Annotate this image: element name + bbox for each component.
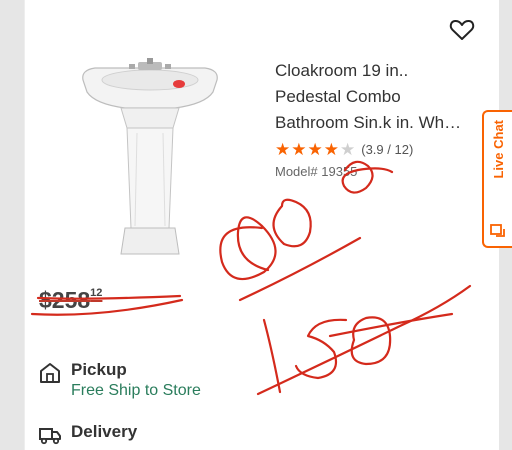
pickup-title: Pickup — [71, 360, 127, 379]
star-icon: ★ — [275, 140, 291, 159]
title-line-1[interactable]: Cloakroom 19 in.. — [275, 58, 485, 84]
rating[interactable]: ★ ★ ★ ★ ★ (3.9 / 12) — [275, 141, 413, 158]
heart-icon[interactable] — [449, 18, 475, 42]
star-icon: ★ — [323, 140, 339, 159]
delivery-option[interactable]: Delivery — [39, 422, 137, 446]
star-icon: ★ — [307, 140, 323, 159]
delivery-title: Delivery — [71, 422, 138, 441]
model-number: Model# 19355 — [275, 164, 358, 179]
pickup-subtitle: Free Ship to Store — [71, 382, 201, 399]
title-line-2[interactable]: Pedestal Combo — [275, 84, 485, 110]
store-pickup-icon — [40, 363, 60, 383]
price-cents: 12 — [90, 287, 103, 299]
pickup-option[interactable]: Pickup Free Ship to Store — [39, 360, 201, 400]
live-chat-label: Live Chat — [490, 120, 506, 179]
product-title[interactable]: Cloakroom 19 in.. Pedestal Combo Bathroo… — [275, 58, 485, 136]
star-icon: ★ — [340, 140, 356, 159]
product-card[interactable]: Cloakroom 19 in.. Pedestal Combo Bathroo… — [24, 0, 499, 450]
old-price: $25812 — [39, 287, 102, 314]
product-image[interactable] — [75, 58, 225, 258]
truck-icon — [39, 428, 61, 445]
rating-text: (3.9 / 12) — [361, 142, 414, 157]
star-icon: ★ — [291, 140, 307, 159]
chat-icon — [490, 224, 505, 237]
star-rating: ★ ★ ★ ★ ★ — [275, 141, 355, 158]
live-chat-button[interactable]: Live Chat — [482, 110, 512, 248]
price-dollars: $258 — [39, 287, 91, 313]
title-line-3[interactable]: Bathroom Sin.k in. Wh… — [275, 110, 485, 136]
left-frame — [0, 0, 24, 450]
